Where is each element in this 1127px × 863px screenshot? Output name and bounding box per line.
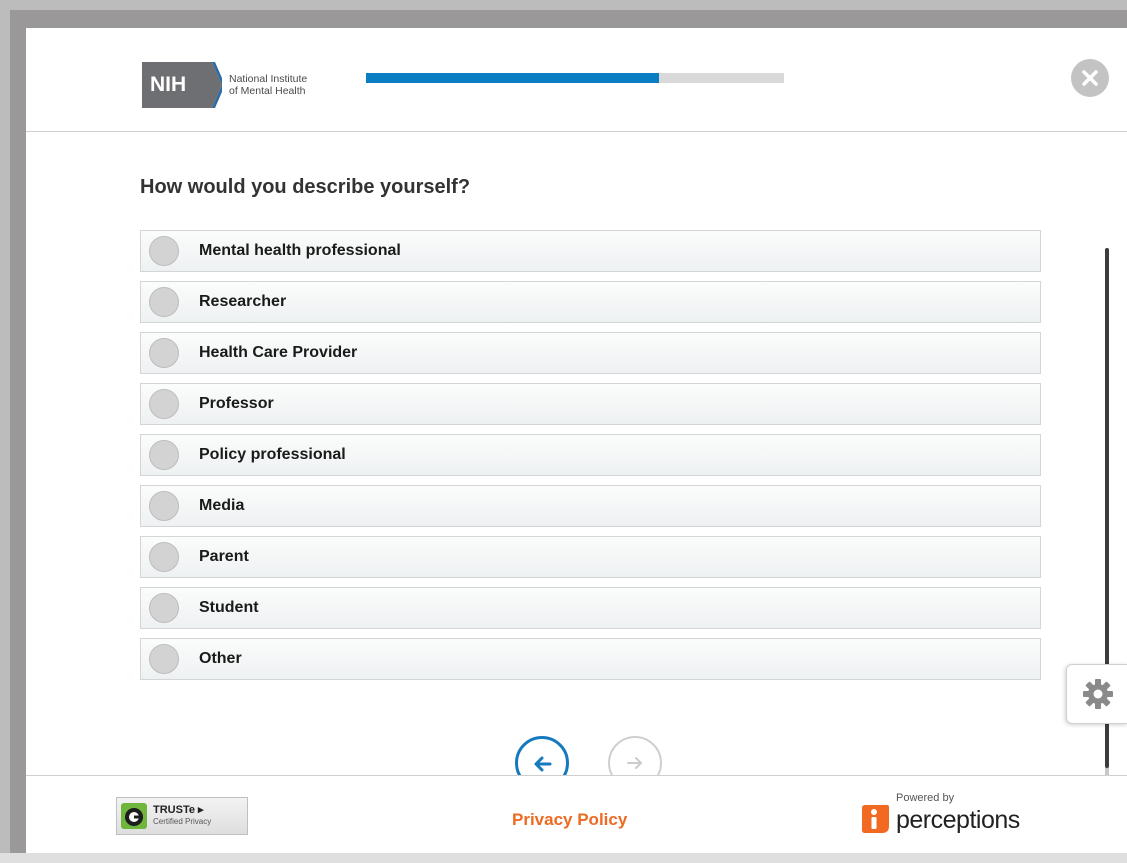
close-button[interactable]: [1071, 59, 1109, 97]
logo-text: National Institute of Mental Health: [229, 73, 307, 97]
truste-subtitle: Certified Privacy: [153, 817, 212, 826]
radio-button[interactable]: [149, 236, 179, 266]
radio-button[interactable]: [149, 389, 179, 419]
truste-badge: TRUSTe ▸ Certified Privacy: [116, 797, 248, 835]
answer-option[interactable]: Policy professional: [140, 434, 1041, 476]
answer-option[interactable]: Mental health professional: [140, 230, 1041, 272]
perceptions-i-icon: [862, 805, 889, 833]
radio-button[interactable]: [149, 287, 179, 317]
nih-abbr: NIH: [150, 73, 187, 96]
logo-line-1: National Institute: [229, 73, 308, 85]
answer-option[interactable]: Student: [140, 587, 1041, 629]
truste-logo-icon: [121, 803, 147, 829]
browser-frame-top: [0, 0, 1127, 10]
truste-title: TRUSTe ▸: [153, 804, 204, 816]
radio-button[interactable]: [149, 644, 179, 674]
answer-option-label: Policy professional: [199, 446, 346, 463]
browser-frame-left: [0, 0, 10, 863]
close-icon: [1082, 70, 1098, 86]
answer-option[interactable]: Media: [140, 485, 1041, 527]
back-button[interactable]: [515, 736, 569, 775]
answer-option[interactable]: Researcher: [140, 281, 1041, 323]
perceptions-logo[interactable]: Powered by perceptions: [860, 792, 1040, 842]
progress-bar-fill: [366, 73, 659, 83]
answer-option-label: Other: [199, 650, 242, 667]
survey-modal: NIH National Institute of Mental Health …: [26, 28, 1127, 854]
answer-option-label: Professor: [199, 395, 274, 412]
answer-option[interactable]: Health Care Provider: [140, 332, 1041, 374]
answer-option[interactable]: Professor: [140, 383, 1041, 425]
answer-option-label: Researcher: [199, 293, 287, 310]
nih-badge: NIH: [142, 62, 222, 108]
radio-button[interactable]: [149, 338, 179, 368]
answer-option-label: Mental health professional: [199, 242, 401, 259]
answer-option-label: Student: [199, 599, 259, 616]
answer-option[interactable]: Parent: [140, 536, 1041, 578]
nih-badge-chevron: [208, 62, 222, 108]
arrow-right-icon: [627, 757, 642, 769]
nimh-logo: NIH National Institute of Mental Health: [142, 62, 307, 108]
arrow-left-icon: [534, 756, 552, 772]
radio-button[interactable]: [149, 440, 179, 470]
perceptions-wordmark: perceptions: [896, 806, 1020, 834]
answer-option-label: Media: [199, 497, 245, 514]
survey-body: How would you describe yourself? Mental …: [26, 132, 1127, 775]
settings-button[interactable]: [1066, 664, 1127, 724]
question-title: How would you describe yourself?: [140, 176, 471, 198]
radio-button[interactable]: [149, 542, 179, 572]
survey-footer: TRUSTe ▸ Certified Privacy Privacy Polic…: [26, 775, 1127, 854]
progress-bar: [366, 73, 784, 83]
logo-line-2: of Mental Health: [229, 85, 306, 97]
answer-options: Mental health professional Researcher Heal…: [140, 230, 1041, 689]
browser-bottom-strip: [0, 853, 1127, 863]
next-button[interactable]: [608, 736, 662, 775]
privacy-policy-link[interactable]: Privacy Policy: [512, 810, 627, 830]
truste-text: TRUSTe ▸ Certified Privacy: [153, 805, 211, 827]
answer-option-label: Parent: [199, 548, 249, 565]
answer-option-label: Health Care Provider: [199, 344, 358, 361]
radio-button[interactable]: [149, 491, 179, 521]
gear-icon: [1082, 679, 1113, 709]
truste-seal[interactable]: TRUSTe ▸ Certified Privacy: [116, 797, 248, 835]
answer-option[interactable]: Other: [140, 638, 1041, 680]
powered-by-text: Powered by: [896, 792, 955, 804]
survey-header: NIH National Institute of Mental Health: [26, 28, 1127, 132]
radio-button[interactable]: [149, 593, 179, 623]
